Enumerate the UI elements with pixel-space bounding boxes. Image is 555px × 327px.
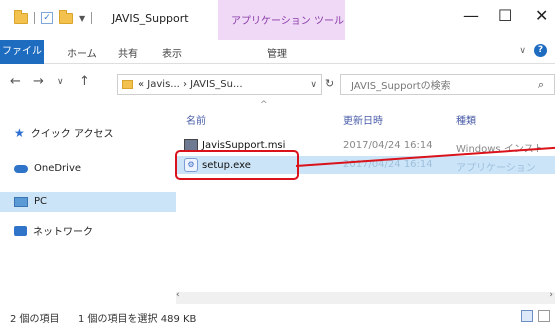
computer-icon	[14, 196, 28, 207]
nav-item-onedrive[interactable]: OneDrive	[14, 163, 81, 174]
address-bar[interactable]: « Javis... › JAVIS_Su... ∨	[117, 74, 322, 95]
tab-file[interactable]: ファイル	[0, 40, 44, 64]
star-icon: ★	[14, 125, 25, 140]
file-date: 2017/04/24 16:14	[343, 140, 433, 151]
divider	[91, 12, 93, 24]
application-tools-tab[interactable]: アプリケーション ツール	[218, 0, 345, 40]
tab-home[interactable]: ホーム	[67, 45, 97, 60]
horizontal-scrollbar[interactable]: ‹ ›	[176, 290, 555, 304]
divider	[34, 12, 35, 24]
file-type: アプリケーション	[456, 163, 536, 174]
chevron-down-icon[interactable]: ∨	[310, 80, 317, 90]
ribbon-tabs: ファイル ホーム 共有 表示 管理 ∨ ?	[0, 40, 555, 64]
tab-share[interactable]: 共有	[118, 45, 138, 60]
tab-view[interactable]: 表示	[162, 45, 182, 60]
address-row: ← → ∨ ↑ « Javis... › JAVIS_Su... ∨ ↻ JAV…	[0, 66, 555, 100]
item-count: 2 個の項目	[10, 314, 60, 325]
column-header-type[interactable]: 種類	[456, 112, 476, 127]
search-box[interactable]: JAVIS_Supportの検索 ⌕	[340, 74, 555, 95]
selection-info: 1 個の項目を選択 489 KB	[78, 314, 197, 325]
nav-item-label: ネットワーク	[33, 227, 93, 238]
sort-up-icon: ^	[260, 100, 268, 110]
search-placeholder: JAVIS_Supportの検索	[351, 81, 451, 92]
column-header-name[interactable]: 名前	[186, 112, 206, 127]
highlight-box	[175, 150, 299, 180]
network-icon	[14, 225, 27, 236]
scroll-right-icon[interactable]: ›	[549, 290, 553, 300]
title-bar: ✓ ▼ JAVIS_Support アプリケーション ツール — ☐ ✕	[0, 0, 555, 40]
expand-ribbon-icon[interactable]: ∨	[519, 46, 526, 56]
folder-icon	[14, 9, 28, 24]
tab-manage[interactable]: 管理	[267, 45, 287, 60]
column-header-date[interactable]: 更新日時	[343, 112, 383, 127]
nav-item-network[interactable]: ネットワーク	[14, 223, 93, 238]
large-icons-view-icon[interactable]	[538, 310, 550, 322]
nav-item-label: クイック アクセス	[30, 129, 114, 140]
customize-dropdown-icon[interactable]: ▼	[79, 14, 85, 23]
details-view-icon[interactable]	[521, 310, 533, 322]
nav-item-label: OneDrive	[34, 163, 82, 174]
address-path: « Javis... › JAVIS_Su...	[138, 79, 243, 90]
close-icon[interactable]: ✕	[535, 6, 548, 25]
quick-access-toolbar: ✓ ▼	[14, 9, 93, 24]
help-icon[interactable]: ?	[534, 44, 547, 57]
properties-check-icon[interactable]: ✓	[41, 12, 53, 24]
application-tools-label: アプリケーション ツール	[231, 16, 344, 27]
forward-arrow-icon[interactable]: →	[33, 74, 44, 89]
window-title: JAVIS_Support	[112, 12, 189, 25]
maximize-icon[interactable]: ☐	[498, 6, 512, 25]
back-arrow-icon[interactable]: ←	[10, 74, 21, 89]
folder-icon	[122, 80, 133, 89]
refresh-icon[interactable]: ↻	[325, 77, 334, 90]
up-arrow-icon[interactable]: ↑	[79, 74, 90, 89]
new-folder-icon[interactable]	[59, 9, 73, 24]
cloud-icon	[14, 164, 28, 173]
scroll-left-icon[interactable]: ‹	[176, 290, 180, 300]
search-icon[interactable]: ⌕	[538, 78, 544, 92]
navigation-pane: ★ クイック アクセス OneDrive PC ネットワーク	[0, 100, 176, 284]
nav-item-pc[interactable]: PC	[14, 196, 47, 207]
recent-dropdown-icon[interactable]: ∨	[57, 77, 64, 87]
minimize-icon[interactable]: —	[463, 6, 479, 25]
file-list: 名前 ^ 更新日時 種類 JavisSupport.msi 2017/04/24…	[176, 100, 555, 284]
status-bar: 2 個の項目 1 個の項目を選択 489 KB	[0, 306, 555, 327]
nav-item-label: PC	[34, 196, 48, 207]
nav-item-quick-access[interactable]: ★ クイック アクセス	[14, 125, 114, 141]
